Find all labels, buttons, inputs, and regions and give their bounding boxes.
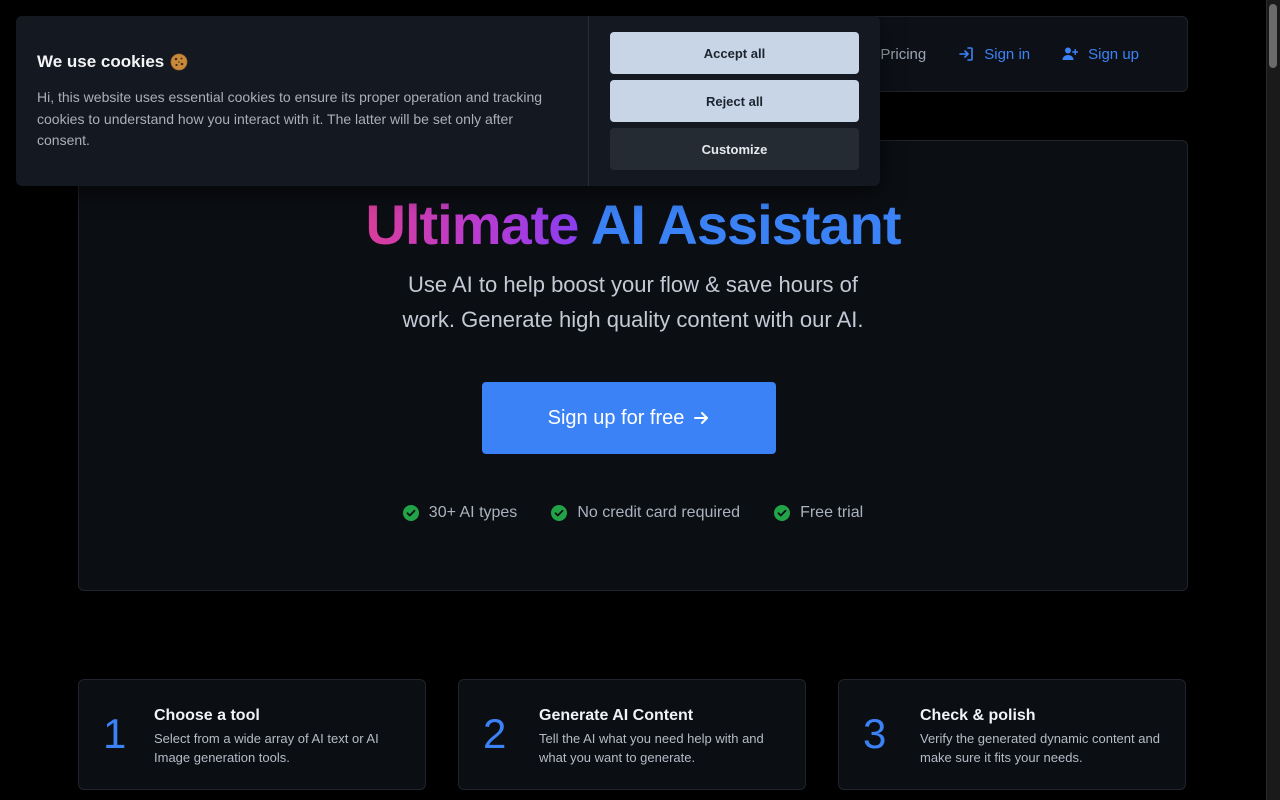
cookie-icon bbox=[170, 53, 188, 71]
step-title: Generate AI Content bbox=[539, 707, 694, 724]
step-card-2: 2 Generate AI Content Tell the AI what y… bbox=[458, 679, 806, 790]
step-title: Choose a tool bbox=[154, 707, 260, 724]
step-card-3: 3 Check & polish Verify the generated dy… bbox=[838, 679, 1186, 790]
hero-section: Ultimate AI Assistant Use AI to help boo… bbox=[78, 140, 1188, 591]
nav-pricing-link[interactable]: Pricing bbox=[880, 46, 926, 63]
nav-pricing-label: Pricing bbox=[880, 45, 927, 63]
cookie-description: Hi, this website uses essential cookies … bbox=[37, 89, 543, 148]
reject-all-button[interactable]: Reject all bbox=[610, 80, 859, 122]
step-description: Tell the AI what you need help with and … bbox=[539, 731, 764, 765]
nav-sign-up-label: Sign up bbox=[1088, 45, 1139, 63]
feature-label: Free trial bbox=[800, 504, 864, 521]
check-circle-icon bbox=[402, 505, 419, 521]
step-description: Verify the generated dynamic content and… bbox=[920, 731, 1160, 765]
nav-sign-in-label: Sign in bbox=[984, 45, 1031, 63]
feature-list: 30+ AI types No credit card required Fre… bbox=[79, 504, 1187, 522]
cookie-title: We use cookies bbox=[37, 52, 567, 72]
step-title: Check & polish bbox=[920, 707, 1036, 724]
feature-label: 30+ AI types bbox=[428, 504, 518, 521]
scrollbar-thumb[interactable] bbox=[1269, 4, 1277, 68]
hero-subtitle: Use AI to help boost your flow & save ho… bbox=[402, 272, 864, 332]
feature-item: 30+ AI types bbox=[402, 504, 518, 522]
user-plus-icon bbox=[1062, 47, 1079, 60]
cookie-actions: Accept all Reject all Customize bbox=[589, 16, 880, 186]
check-circle-icon bbox=[774, 505, 791, 521]
cookie-banner: We use cookies Hi, this website uses ess… bbox=[16, 16, 880, 186]
customize-button[interactable]: Customize bbox=[610, 128, 859, 170]
nav-sign-up-link[interactable]: Sign up bbox=[1062, 46, 1139, 63]
step-number: 1 bbox=[103, 710, 127, 757]
signup-free-label: Sign up for free bbox=[547, 406, 685, 429]
arrow-right-icon bbox=[694, 412, 709, 424]
sign-in-icon bbox=[959, 47, 974, 61]
step-number: 3 bbox=[863, 710, 887, 757]
feature-item: No credit card required bbox=[551, 504, 740, 522]
hero-title-blue: AI Assistant bbox=[590, 193, 902, 256]
hero-title-gradient: Ultimate bbox=[365, 193, 580, 256]
feature-item: Free trial bbox=[774, 504, 863, 522]
page-scrollbar[interactable] bbox=[1266, 0, 1280, 800]
step-card-1: 1 Choose a tool Select from a wide array… bbox=[78, 679, 426, 790]
signup-free-button[interactable]: Sign up for free bbox=[482, 382, 776, 454]
check-circle-icon bbox=[551, 505, 568, 521]
nav-sign-in-link[interactable]: Sign in bbox=[958, 46, 1030, 63]
feature-label: No credit card required bbox=[577, 504, 741, 521]
cookie-title-label: We use cookies bbox=[37, 52, 165, 71]
cookie-text-panel: We use cookies Hi, this website uses ess… bbox=[16, 16, 589, 186]
hero-title: Ultimate AI Assistant bbox=[79, 193, 1187, 257]
step-number: 2 bbox=[483, 710, 507, 757]
accept-all-button[interactable]: Accept all bbox=[610, 32, 859, 74]
step-description: Select from a wide array of AI text or A… bbox=[154, 731, 379, 765]
